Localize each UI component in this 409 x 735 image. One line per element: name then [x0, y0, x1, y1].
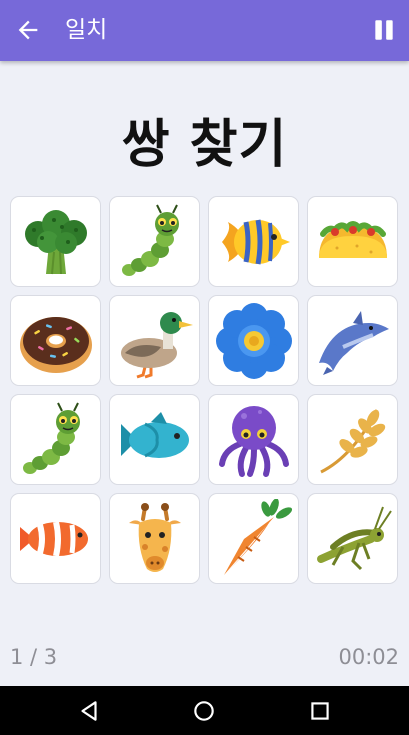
card[interactable] — [208, 295, 299, 386]
card[interactable] — [10, 493, 101, 584]
card[interactable] — [10, 295, 101, 386]
broccoli-icon — [24, 209, 87, 274]
system-nav-bar — [0, 686, 409, 735]
timer: 00:02 — [338, 645, 399, 669]
donut-icon — [19, 316, 92, 373]
card[interactable] — [307, 196, 398, 287]
card[interactable] — [109, 493, 200, 584]
card[interactable] — [307, 394, 398, 485]
nav-back-icon[interactable] — [76, 698, 102, 724]
card-grid — [10, 196, 400, 586]
card[interactable] — [208, 493, 299, 584]
app-bar: 일치 — [0, 0, 409, 61]
duck-icon — [120, 311, 193, 378]
card[interactable] — [208, 394, 299, 485]
tropical-fish-icon — [221, 219, 290, 264]
nav-recents-icon[interactable] — [307, 698, 333, 724]
progress-counter: 1 / 3 — [10, 645, 58, 669]
card[interactable] — [10, 394, 101, 485]
grasshopper-icon — [316, 506, 392, 570]
caterpillar-icon — [121, 204, 179, 276]
octopus-icon — [218, 405, 289, 477]
carrot-icon — [223, 498, 292, 575]
page-title: 쌍 찾기 — [121, 115, 288, 175]
blue-flower-icon — [215, 302, 292, 379]
clownfish-icon — [19, 520, 88, 557]
pause-icon[interactable] — [371, 17, 397, 43]
giraffe-icon — [128, 502, 181, 572]
card[interactable] — [109, 394, 200, 485]
card[interactable] — [109, 295, 200, 386]
card[interactable] — [109, 196, 200, 287]
wheat-icon — [319, 408, 385, 473]
fish-icon — [120, 411, 189, 458]
card[interactable] — [307, 295, 398, 386]
card[interactable] — [10, 196, 101, 287]
app-title: 일치 — [65, 17, 108, 43]
taco-icon — [318, 220, 387, 258]
nav-home-icon[interactable] — [191, 698, 217, 724]
card[interactable] — [307, 493, 398, 584]
dolphin-icon — [318, 310, 389, 375]
card[interactable] — [208, 196, 299, 287]
caterpillar-icon — [22, 402, 80, 474]
back-arrow-icon[interactable] — [14, 16, 42, 44]
